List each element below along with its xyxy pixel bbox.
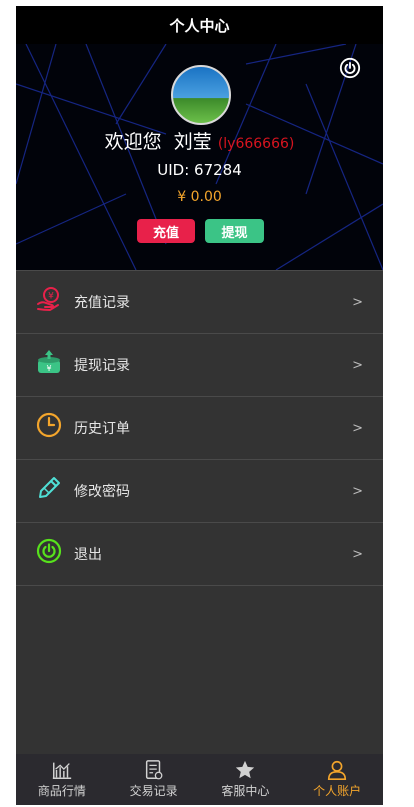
- star-icon: [236, 760, 255, 779]
- power-icon[interactable]: [339, 57, 361, 79]
- power-icon: [36, 538, 62, 564]
- svg-text:¥: ¥: [46, 364, 51, 373]
- account-id: (ly666666): [217, 136, 295, 152]
- welcome-label: 欢迎您: [104, 131, 162, 153]
- clock-icon: [36, 412, 62, 438]
- menu-item-withdraw-record[interactable]: ¥ 提现记录 >: [16, 334, 383, 397]
- menu-item-logout[interactable]: 退出 >: [16, 523, 383, 586]
- svg-text:¥: ¥: [48, 292, 54, 302]
- tab-personal-account[interactable]: 个人账户: [291, 754, 383, 805]
- chevron-right-icon: >: [352, 483, 363, 499]
- tab-label: 客服中心: [221, 784, 270, 798]
- withdraw-button[interactable]: 提现: [205, 219, 264, 243]
- menu-item-recharge-record[interactable]: ¥ 充值记录 >: [16, 270, 383, 334]
- user-icon: [328, 760, 347, 780]
- menu-item-change-password[interactable]: 修改密码 >: [16, 460, 383, 523]
- tab-label: 交易记录: [129, 784, 178, 798]
- avatar[interactable]: [171, 65, 231, 125]
- welcome-text: 欢迎您 刘莹 (ly666666): [16, 127, 383, 154]
- menu-list: ¥ 充值记录 > ¥ 提现记录 > 历史订单 > 修改密码 > 退出 >: [16, 270, 383, 586]
- withdraw-record-icon: ¥: [38, 350, 60, 373]
- chevron-right-icon: >: [352, 420, 363, 436]
- pencil-icon: [39, 477, 60, 498]
- chevron-right-icon: >: [352, 294, 363, 310]
- chart-icon: [52, 762, 72, 779]
- bottom-tab-bar: 商品行情 交易记录 客服中心 个人账户: [16, 754, 383, 805]
- user-name: 刘莹: [173, 131, 212, 153]
- menu-label: 历史订单: [74, 421, 130, 437]
- uid-text: UID: 67284: [157, 161, 242, 179]
- tab-trade-records[interactable]: 交易记录: [108, 754, 200, 805]
- balance-text: ¥ 0.00: [177, 189, 222, 205]
- tab-market[interactable]: 商品行情: [16, 754, 108, 805]
- menu-label: 充值记录: [74, 295, 130, 311]
- app-frame: 个人中心 欢迎您 刘莹 (ly666666) UID: 67284 ¥ 0.00…: [16, 6, 383, 805]
- tab-label: 商品行情: [37, 784, 86, 798]
- menu-label: 退出: [74, 547, 102, 563]
- document-icon: [145, 760, 163, 780]
- tab-customer-service[interactable]: 客服中心: [200, 754, 292, 805]
- chevron-right-icon: >: [352, 357, 363, 373]
- recharge-record-icon: ¥: [37, 287, 59, 312]
- profile-panel: 欢迎您 刘莹 (ly666666) UID: 67284 ¥ 0.00 充值 提…: [16, 44, 383, 270]
- recharge-button[interactable]: 充值: [137, 219, 195, 243]
- menu-label: 修改密码: [74, 484, 130, 500]
- menu-label: 提现记录: [74, 358, 130, 374]
- chevron-right-icon: >: [352, 546, 363, 562]
- menu-item-history-orders[interactable]: 历史订单 >: [16, 397, 383, 460]
- tab-label: 个人账户: [313, 784, 362, 798]
- page-title: 个人中心: [16, 6, 383, 44]
